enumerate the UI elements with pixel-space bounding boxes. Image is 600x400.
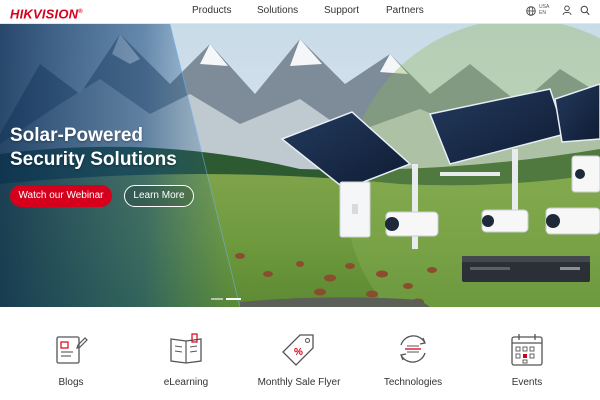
site-header: HIKVISION® Products Solutions Support Pa… [0, 0, 600, 24]
hero-title-line-1: Solar-Powered [10, 125, 144, 146]
quick-link-label: Monthly Sale Flyer [257, 377, 341, 388]
search-icon[interactable] [580, 5, 590, 16]
quick-link-label: eLearning [163, 377, 209, 388]
header-tools: USA EN [0, 0, 600, 24]
user-icon[interactable] [562, 5, 572, 16]
watch-webinar-button[interactable]: Watch our Webinar [10, 185, 112, 207]
slider-dot-active[interactable] [226, 298, 241, 300]
quick-link-label: Technologies [383, 377, 443, 388]
globe-icon[interactable] [526, 6, 536, 16]
hero-title: Solar-Powered Security Solutions [10, 124, 177, 172]
calendar-icon [511, 334, 543, 366]
quick-link-label: Events [511, 377, 543, 388]
blog-document-icon [56, 336, 88, 364]
region-selector[interactable]: USA EN [539, 4, 549, 16]
hero-title-line-2: Security Solutions [10, 149, 177, 170]
region-language: EN [539, 10, 546, 16]
slider-dot[interactable] [211, 298, 223, 300]
sale-tag-icon: % [282, 334, 314, 366]
technology-arrows-icon [400, 335, 426, 363]
hero-banner: Solar-Powered Security Solutions Watch o… [0, 24, 600, 307]
quick-link-elearning[interactable]: eLearning [131, 329, 241, 399]
quick-link-blogs[interactable]: Blogs [16, 329, 126, 399]
quick-link-label: Blogs [58, 377, 84, 388]
elearning-book-icon [170, 333, 202, 364]
quick-link-events[interactable]: Events [472, 329, 582, 399]
quick-link-technologies[interactable]: Technologies [358, 329, 468, 399]
hero-slider-indicator [211, 298, 241, 301]
quick-link-monthly-sale-flyer[interactable]: % Monthly Sale Flyer [244, 329, 354, 399]
svg-text:%: % [294, 347, 303, 358]
learn-more-button[interactable]: Learn More [124, 185, 194, 207]
quick-links: Blogs eLearning % Monthly Sale Flyer Tec… [0, 307, 600, 400]
